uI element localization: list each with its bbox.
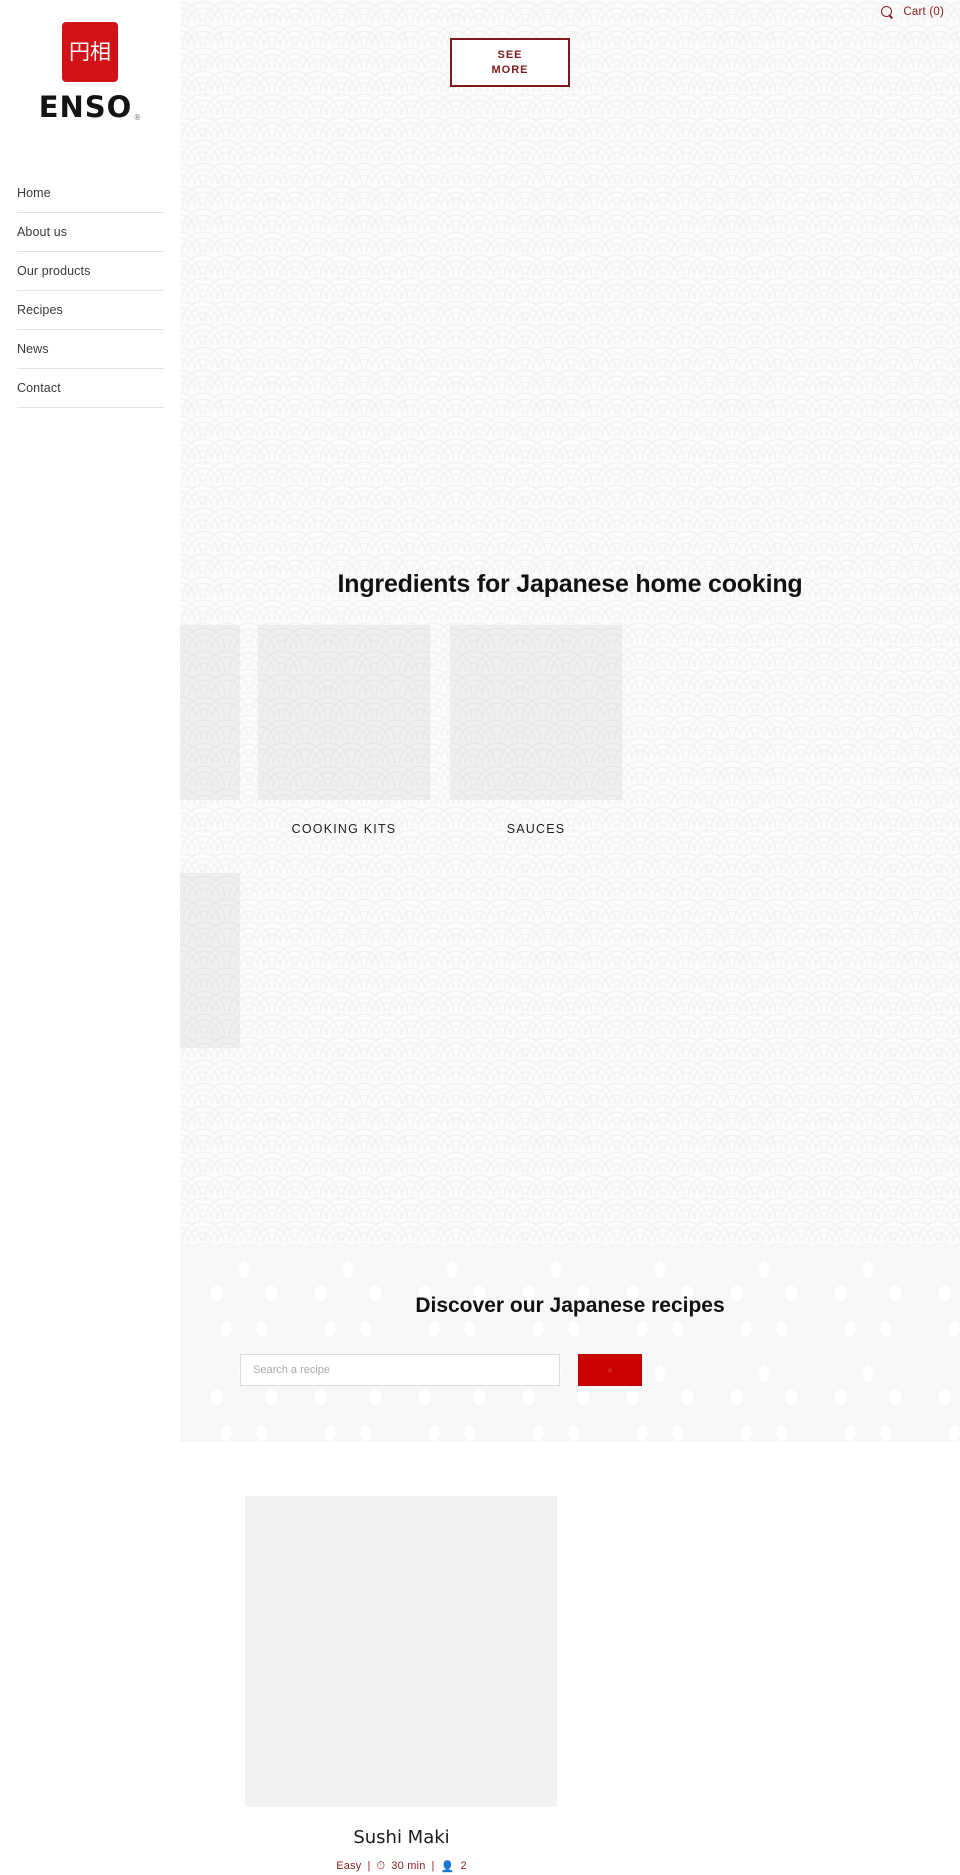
category-thumbnail[interactable]: [180, 873, 240, 1048]
logo[interactable]: 円相 ENSO®: [0, 0, 180, 124]
meta-separator-1: |: [367, 1860, 371, 1872]
featured-recipe-image[interactable]: [245, 1496, 557, 1807]
sidebar-item-contact[interactable]: Contact: [17, 369, 164, 408]
main-navigation: Home About us Our products Recipes News Conta…: [0, 176, 180, 408]
sidebar-item-our-products[interactable]: Our products: [17, 252, 164, 291]
hero-section: SEE MORE Ingredients for Japanese home c…: [180, 0, 960, 1246]
recipe-search-row: ⌕: [240, 1354, 642, 1386]
category-thumbnail[interactable]: [180, 625, 240, 800]
meta-separator-2: |: [431, 1860, 435, 1872]
category-thumbnail[interactable]: [258, 625, 430, 800]
recipe-time: 30 min: [391, 1860, 426, 1872]
recipes-search-section: Discover our Japanese recipes ⌕: [180, 1246, 960, 1442]
category-label: SAUCES: [506, 822, 566, 836]
category-label: COOKING KITS: [291, 822, 397, 836]
category-card[interactable]: [180, 625, 240, 800]
sidebar-item-about-us[interactable]: About us: [17, 213, 164, 252]
logo-wordmark: ENSO®: [39, 90, 142, 124]
see-more-line-2: MORE: [491, 63, 529, 76]
see-more-line-1: SEE: [497, 48, 523, 61]
ingredients-heading: Ingredients for Japanese home cooking: [337, 570, 803, 598]
category-thumbnail[interactable]: [450, 625, 622, 800]
recipes-heading: Discover our Japanese recipes: [415, 1294, 725, 1317]
sidebar-item-home[interactable]: Home: [17, 176, 164, 213]
featured-recipe-title: Sushi Maki: [353, 1827, 450, 1848]
sidebar-item-news[interactable]: News: [17, 330, 164, 369]
category-card[interactable]: COOKING KITS: [258, 625, 430, 836]
logo-wordmark-text: ENSO: [38, 90, 133, 124]
category-card[interactable]: SAUCES: [450, 625, 622, 836]
recipe-servings: 2: [460, 1860, 467, 1872]
clock-icon: ⏱: [376, 1859, 386, 1872]
category-grid: COOKING KITS SAUCES: [180, 625, 960, 1065]
logo-stamp-chars: 円相: [69, 39, 111, 64]
cart-link[interactable]: Cart (0): [903, 6, 944, 18]
sidebar-item-recipes[interactable]: Recipes: [17, 291, 164, 330]
search-icon[interactable]: [881, 5, 894, 19]
featured-recipe-meta: Easy | ⏱ 30 min | 👤 2: [180, 1859, 623, 1873]
category-card[interactable]: [180, 873, 240, 1048]
registered-mark: ®: [133, 113, 143, 122]
recipe-difficulty: Easy: [336, 1860, 362, 1872]
logo-stamp-icon: 円相: [62, 22, 118, 82]
recipe-search-input[interactable]: [240, 1354, 560, 1386]
featured-recipe-section: Sushi Maki Easy | ⏱ 30 min | 👤 2: [180, 1442, 960, 1875]
recipe-search-button[interactable]: ⌕: [578, 1354, 642, 1386]
sidebar: 円相 ENSO® Home About us Our products Recipes…: [0, 0, 180, 1875]
person-icon: 👤: [440, 1859, 455, 1873]
see-more-button[interactable]: SEE MORE: [450, 38, 570, 87]
topbar: Cart (0): [440, 0, 960, 24]
page-root: SEE MORE Ingredients for Japanese home c…: [0, 0, 960, 1875]
